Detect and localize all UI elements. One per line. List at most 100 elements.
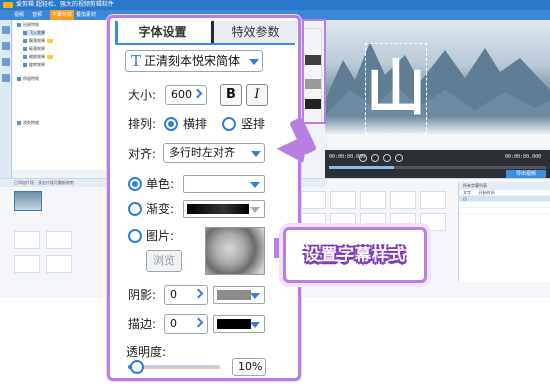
text-T-icon: T xyxy=(131,52,142,70)
stroke-color-picker[interactable] xyxy=(213,315,265,333)
next-icon[interactable] xyxy=(395,154,403,162)
gradient-label: 渐变: xyxy=(146,202,175,216)
play-icon[interactable] xyxy=(371,154,379,162)
gradient-radio[interactable] xyxy=(128,202,142,216)
app-tab-video[interactable]: 视频 xyxy=(14,10,24,20)
triangle-down-icon xyxy=(250,293,260,299)
solid-color-swatch xyxy=(187,179,249,189)
chevron-right-icon xyxy=(192,88,203,99)
triangle-down-icon xyxy=(251,151,261,157)
sidebar-effect-icon[interactable] xyxy=(2,58,10,66)
preview-subtitle-text[interactable]: 山 xyxy=(365,43,427,135)
folder-icon xyxy=(17,77,21,81)
subtitle-list-row[interactable] xyxy=(459,208,550,214)
bold-button[interactable]: B xyxy=(220,84,242,106)
stroke-value: 0 xyxy=(170,317,177,330)
font-family-value: 正清刻本悦宋简体 xyxy=(144,54,241,68)
tree-item[interactable]: 消失特效 xyxy=(17,120,39,126)
app-tab-subtitle-effects[interactable]: 字幕特效 xyxy=(50,10,75,20)
stroke-color-swatch xyxy=(217,319,251,329)
app-tab-audio[interactable]: 音频 xyxy=(32,10,42,20)
panel-tabs: 字体设置 特效参数 xyxy=(115,21,297,43)
gradient-picker[interactable] xyxy=(183,200,265,218)
timeline-clip[interactable] xyxy=(14,191,42,211)
tree-item[interactable]: 停留特效 xyxy=(17,76,39,82)
mountain-landscape-image: 山 xyxy=(325,20,550,148)
solid-color-radio[interactable] xyxy=(128,177,142,191)
app-logo-icon xyxy=(3,2,13,8)
image-texture-thumbnail xyxy=(205,227,265,275)
size-stepper[interactable]: 600 xyxy=(165,85,207,105)
tree-item[interactable]: 飞入效果 xyxy=(23,30,45,36)
sidebar-effect-icon[interactable] xyxy=(2,74,10,82)
size-label: 大小: xyxy=(128,88,157,102)
size-value: 600 xyxy=(171,88,192,101)
callout-banner: 设置字幕样式 xyxy=(283,227,427,283)
timeline-slot[interactable] xyxy=(46,231,72,249)
align-select[interactable]: 多行时左对齐 xyxy=(163,143,265,163)
tree-item[interactable]: 出现特效 xyxy=(17,22,39,28)
app-title: 爱剪辑 超轻松、强大的视频剪辑软件 xyxy=(16,1,114,8)
sidebar-effect-icon[interactable] xyxy=(2,42,10,50)
timeline-slot[interactable] xyxy=(360,191,386,209)
playback-controls: 00:00:00.000 00:00:00.000 导出视频 xyxy=(325,150,550,180)
playback-progress[interactable] xyxy=(329,166,546,169)
video-preview: 山 xyxy=(325,20,550,150)
timeline-slot[interactable] xyxy=(420,191,446,209)
arrange-vertical-radio[interactable] xyxy=(222,117,236,131)
opacity-input[interactable]: 10% xyxy=(232,358,266,376)
effect-icon xyxy=(23,39,27,43)
shadow-color-picker[interactable] xyxy=(213,286,265,304)
font-family-select[interactable]: T 正清刻本悦宋简体 xyxy=(125,50,263,72)
triangle-down-icon xyxy=(249,59,259,65)
sidebar-effect-icon[interactable] xyxy=(2,26,10,34)
effects-tree: 出现特效 飞入效果 飘落效果 砸落效果 缩放效果 旋转效果 停留特效 消失特效 xyxy=(13,20,109,170)
chevron-right-icon xyxy=(193,317,204,328)
tree-item[interactable]: 缩放效果 xyxy=(23,54,53,60)
stroke-stepper[interactable]: 0 xyxy=(164,314,208,334)
folder-icon xyxy=(17,121,21,125)
italic-button[interactable]: I xyxy=(246,84,268,106)
tree-item[interactable]: 旋转效果 xyxy=(23,62,45,68)
arrange-horizontal-radio[interactable] xyxy=(164,117,178,131)
timeline-slot[interactable] xyxy=(330,191,356,209)
gradient-swatch xyxy=(187,204,249,214)
subtitle-list-header: 所有字幕列表 xyxy=(459,182,550,190)
timeline-slot[interactable] xyxy=(14,231,40,249)
effect-icon xyxy=(23,31,27,35)
image-fill-label: 图片: xyxy=(146,229,175,243)
arrange-horizontal-label[interactable]: 横排 xyxy=(183,116,207,132)
solid-color-label: 单色: xyxy=(146,177,175,191)
tab-font-settings[interactable]: 字体设置 xyxy=(115,21,207,43)
timeline-slot[interactable] xyxy=(300,191,326,209)
tree-item[interactable]: 飘落效果 xyxy=(23,38,53,44)
tab-effect-params[interactable]: 特效参数 xyxy=(211,21,297,43)
align-label: 对齐: xyxy=(128,147,157,161)
prev-icon[interactable] xyxy=(359,154,367,162)
chevron-right-icon xyxy=(193,288,204,299)
timeline-slot[interactable] xyxy=(390,191,416,209)
timeline-slot[interactable] xyxy=(46,255,72,273)
triangle-down-icon xyxy=(250,182,260,188)
align-value: 多行时左对齐 xyxy=(169,146,235,159)
tree-item[interactable]: 砸落效果 xyxy=(23,46,45,52)
browse-button[interactable]: 浏览 xyxy=(146,250,182,272)
opacity-value: 10% xyxy=(238,360,263,373)
effect-icon xyxy=(23,47,27,51)
arrange-vertical-label[interactable]: 竖排 xyxy=(241,116,265,132)
shadow-stepper[interactable]: 0 xyxy=(164,285,208,305)
new-badge xyxy=(47,39,53,43)
app-tab-overlay[interactable]: 叠加素材 xyxy=(76,10,96,20)
app-titlebar: 爱剪辑 超轻松、强大的视频剪辑软件 xyxy=(0,0,550,10)
triangle-down-icon xyxy=(250,207,260,213)
solid-color-picker[interactable] xyxy=(183,175,265,193)
total-time: 00:00:00.000 xyxy=(505,154,542,160)
cloud-layer xyxy=(325,116,550,148)
folder-icon xyxy=(17,23,21,27)
subtitle-list-panel: 所有字幕列表 文字 开始时间 山 xyxy=(458,182,550,282)
image-fill-radio[interactable] xyxy=(128,229,142,243)
stop-icon[interactable] xyxy=(383,154,391,162)
effect-icon xyxy=(23,55,27,59)
timeline-slot[interactable] xyxy=(14,255,40,273)
shadow-color-swatch xyxy=(217,290,251,300)
